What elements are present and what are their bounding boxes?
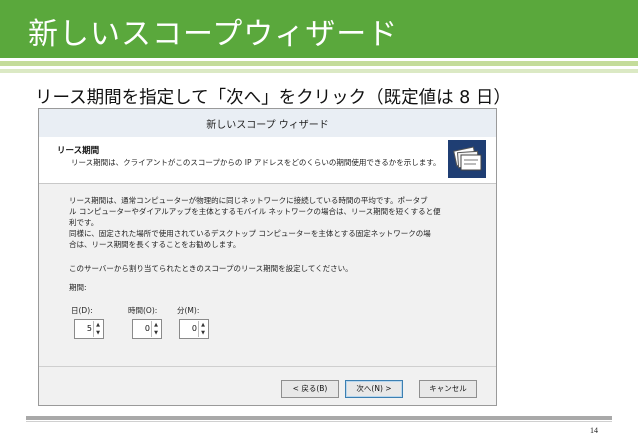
spin-down-icon[interactable]: ▼ <box>152 329 160 337</box>
spin-up-icon[interactable]: ▲ <box>152 321 160 329</box>
title-stripe <box>0 61 638 66</box>
spin-up-icon[interactable]: ▲ <box>94 321 102 329</box>
slide-subtitle: リース期間を指定して「次へ」をクリック（既定値は 8 日） <box>35 88 511 108</box>
hours-spinner[interactable]: 0 ▲ ▼ <box>132 319 162 339</box>
footer-rule <box>26 416 612 420</box>
header-title: リース期間 <box>57 146 100 156</box>
hours-label: 時間(O): <box>128 306 158 315</box>
body-line-4: 同様に、固定された場所で使用されているデスクトップ コンピューターを主体とする固… <box>69 229 431 238</box>
body-line-1: リース期間は、通常コンピューターが物理的に同じネットワークに接続している時間の平… <box>69 196 428 205</box>
days-label: 日(D): <box>71 306 93 315</box>
scope-wizard-icon <box>448 140 486 178</box>
spin-down-icon[interactable]: ▼ <box>199 329 207 337</box>
slide-title-bar: 新しいスコープウィザード <box>0 0 638 58</box>
cancel-button[interactable]: キャンセル <box>419 380 477 398</box>
minutes-spinner[interactable]: 0 ▲ ▼ <box>179 319 209 339</box>
hours-spin-arrows[interactable]: ▲ ▼ <box>151 321 160 337</box>
header-description: リース期間は、クライアントがこのスコープからの IP アドレスをどのくらいの期間… <box>71 158 441 167</box>
body-line-5: 合は、リース期間を長くすることをお勧めします。 <box>69 240 241 249</box>
dialog-title-bar[interactable]: 新しいスコープ ウィザード <box>39 109 496 138</box>
dialog-separator <box>39 366 496 367</box>
page-number: 14 <box>590 426 598 435</box>
footer-rule-thin <box>26 421 612 422</box>
body-line-2: ル コンピューターやダイアルアップを主体とするモバイル ネットワークの場合は、リ… <box>69 207 441 216</box>
days-spin-arrows[interactable]: ▲ ▼ <box>93 321 102 337</box>
period-label: 期間: <box>69 283 87 292</box>
slide-title: 新しいスコープウィザード <box>28 17 399 52</box>
title-stripe-light <box>0 69 638 73</box>
body-line-3: 利です。 <box>69 218 99 227</box>
dialog-header: リース期間 リース期間は、クライアントがこのスコープからの IP アドレスをどの… <box>39 137 496 184</box>
back-button[interactable]: < 戻る(B) <box>281 380 339 398</box>
minutes-label: 分(M): <box>177 306 200 315</box>
spin-down-icon[interactable]: ▼ <box>94 329 102 337</box>
minutes-spin-arrows[interactable]: ▲ ▼ <box>198 321 207 337</box>
instruction-text: このサーバーから割り当てられたときのスコープのリース期間を設定してください。 <box>69 264 353 273</box>
hours-value: 0 <box>144 324 150 333</box>
days-spinner[interactable]: 5 ▲ ▼ <box>74 319 104 339</box>
dialog-title: 新しいスコープ ウィザード <box>206 120 329 131</box>
minutes-value: 0 <box>191 324 197 333</box>
spin-up-icon[interactable]: ▲ <box>199 321 207 329</box>
next-button[interactable]: 次へ(N) > <box>345 380 403 398</box>
wizard-dialog: 新しいスコープ ウィザード リース期間 リース期間は、クライアントがこのスコープ… <box>38 108 497 406</box>
days-value: 5 <box>86 324 92 333</box>
